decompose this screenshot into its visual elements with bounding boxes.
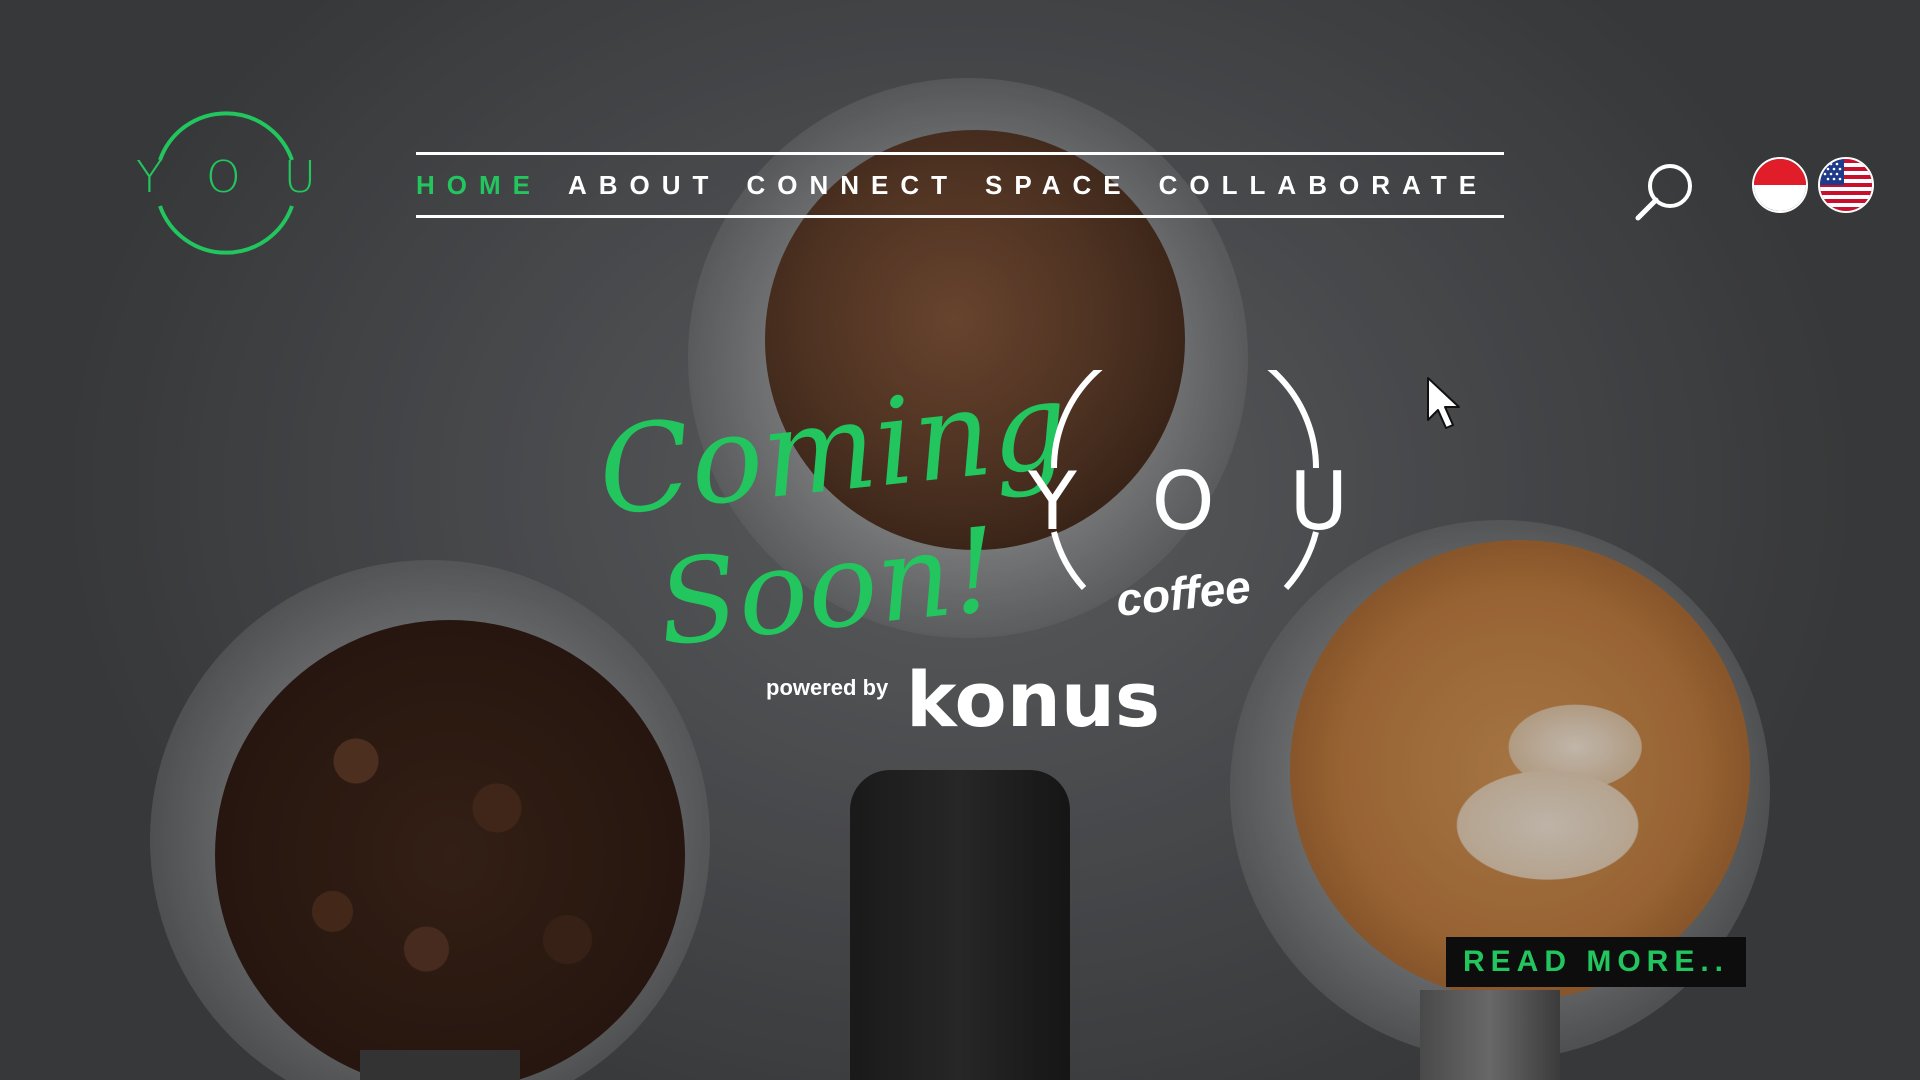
- nav-item-space[interactable]: SPACE: [985, 170, 1133, 201]
- you-logo[interactable]: Y O U: [136, 108, 316, 258]
- nav-item-connect[interactable]: CONNECT: [746, 170, 959, 201]
- main-nav: HOME ABOUT CONNECT SPACE COLLABORATE: [416, 152, 1504, 218]
- logo-letter-u: U: [283, 152, 316, 203]
- read-more-button[interactable]: READ MORE..: [1446, 937, 1746, 987]
- nav-item-about[interactable]: ABOUT: [568, 170, 720, 201]
- nav-item-home[interactable]: HOME: [416, 170, 542, 201]
- nav-item-collaborate[interactable]: COLLABORATE: [1159, 170, 1488, 201]
- indonesia-flag-icon[interactable]: [1752, 157, 1808, 213]
- konus-logo: konus: [906, 655, 1161, 744]
- search-icon[interactable]: [1632, 160, 1696, 224]
- logo-letter-o: O: [206, 152, 241, 203]
- you-letter-y: Y: [1028, 455, 1077, 548]
- coming-text: Coming: [592, 355, 1075, 544]
- you-letter-u: U: [1289, 455, 1348, 548]
- you-coffee-logo: Y O U coffee: [1020, 370, 1350, 626]
- coming-soon-heading: Coming Soon!: [592, 356, 1074, 690]
- you-letter-o: O: [1151, 455, 1215, 548]
- mouse-cursor-icon: [1427, 377, 1460, 429]
- us-flag-icon[interactable]: [1818, 157, 1874, 213]
- logo-letter-y: Y: [136, 152, 163, 203]
- powered-by-label: powered by: [766, 675, 889, 700]
